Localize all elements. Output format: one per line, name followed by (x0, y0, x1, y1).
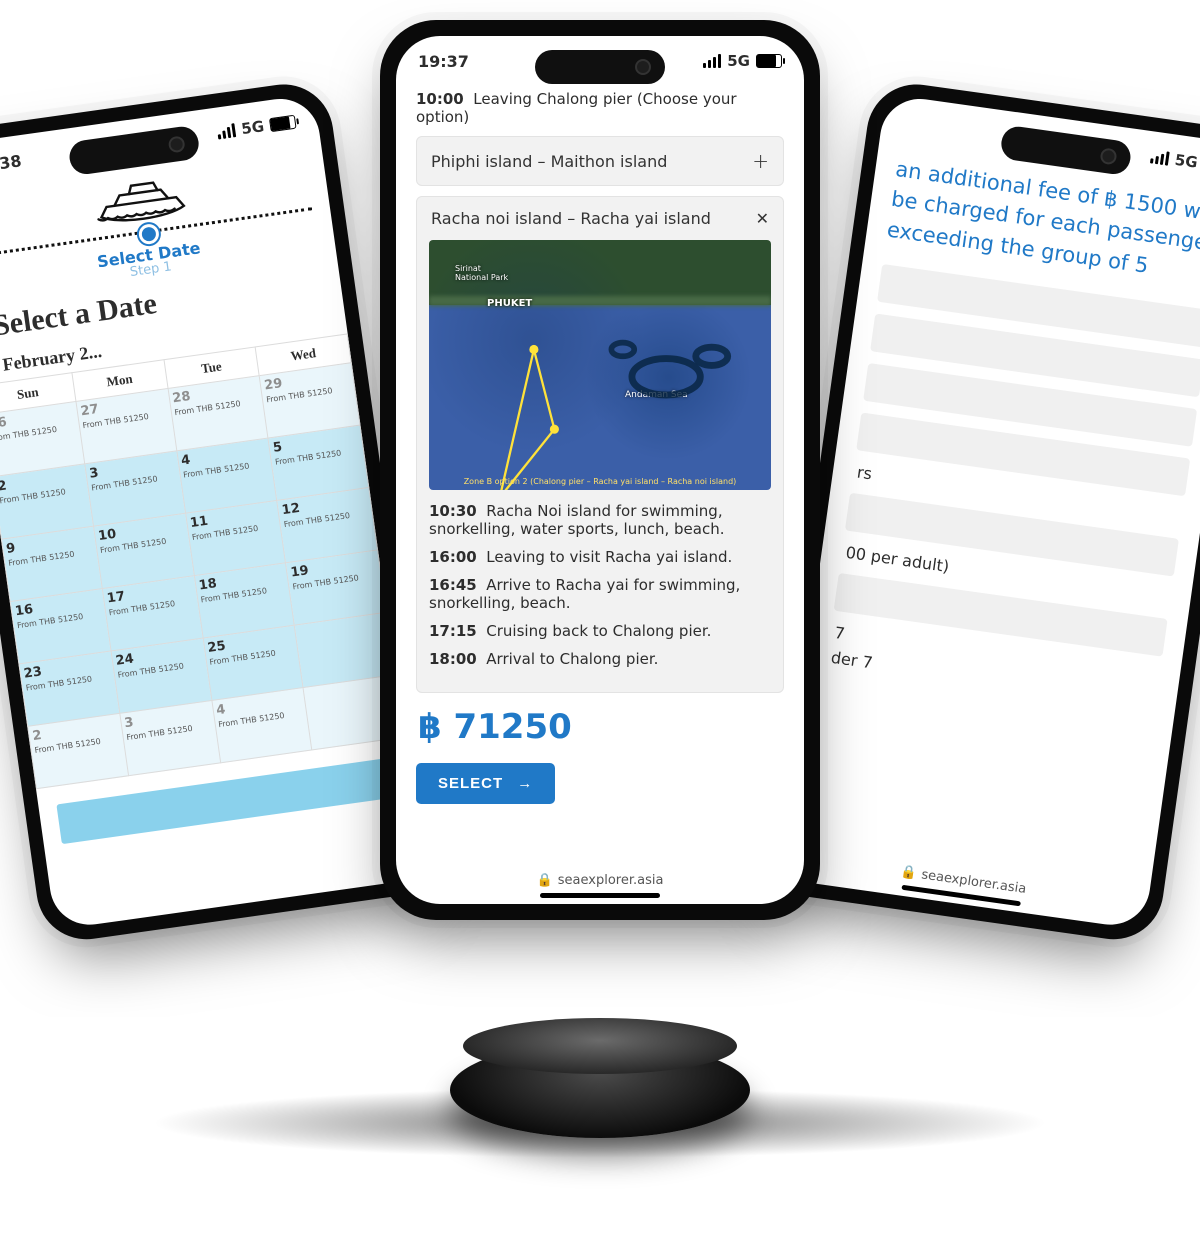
status-right: 5G (216, 113, 296, 142)
stand-top (463, 1018, 737, 1074)
route-line-icon (429, 240, 771, 490)
signal-icon (703, 54, 721, 68)
total-price: ฿ 71250 (418, 707, 782, 747)
address-bar: 🔒 seaexplorer.asia (778, 841, 1150, 916)
calendar-day[interactable]: 3From THB 51250 (120, 700, 221, 775)
stage: 19:38 5G Select Date Step 1 Select a Dat… (0, 0, 1200, 1240)
calendar[interactable]: SunMonTueWed 26From THB 5125027From THB … (0, 333, 404, 789)
signal-icon (217, 123, 237, 139)
route-map: PHUKET Sirinat National Park Andaman Sea (429, 240, 771, 490)
battery-icon (756, 54, 782, 68)
itinerary-panel: 10:00 Leaving Chalong pier (Choose your … (396, 90, 804, 814)
plus-icon[interactable]: + (752, 149, 769, 173)
option-card-expanded: Racha noi island – Racha yai island ✕ PH… (416, 196, 784, 693)
clock: 19:38 (0, 151, 23, 177)
map-caption: Zone B option 2 (Chalong pier – Racha ya… (429, 477, 771, 486)
battery-icon (269, 115, 297, 132)
option-header[interactable]: Racha noi island – Racha yai island ✕ (417, 197, 783, 240)
screen-left: 19:38 5G Select Date Step 1 Select a Dat… (0, 94, 424, 930)
home-indicator (540, 893, 660, 898)
network-label: 5G (1174, 151, 1199, 172)
phone-center: 19:37 5G 10:00 Leaving Chalong pier (Cho… (380, 20, 820, 920)
status-right: 5G (1150, 147, 1200, 176)
option-title: Racha noi island – Racha yai island (431, 209, 711, 228)
address-bar: 🔒 seaexplorer.asia (396, 867, 804, 890)
phone-right: 5G an additional fee of ฿ 1500 will be c… (760, 78, 1200, 946)
time: 10:00 (416, 90, 464, 108)
calendar-day[interactable]: 2From THB 51250 (28, 713, 129, 788)
close-icon[interactable]: ✕ (756, 209, 769, 228)
arrow-right-icon: → (517, 775, 533, 792)
charging-stand (380, 1012, 820, 1192)
itinerary-line: 10:00 Leaving Chalong pier (Choose your … (416, 90, 784, 126)
status-right: 5G (703, 52, 782, 70)
itinerary-line: 10:30 Racha Noi island for swimming, sno… (429, 502, 771, 538)
clock: 19:37 (418, 52, 469, 71)
domain: seaexplorer.asia (558, 873, 664, 888)
select-label: SELECT (438, 775, 503, 792)
network-label: 5G (727, 52, 750, 70)
itinerary-line: 16:00 Leaving to visit Racha yai island. (429, 548, 771, 566)
lock-icon: 🔒 (537, 873, 553, 888)
itinerary-line: 17:15 Cruising back to Chalong pier. (429, 622, 771, 640)
lock-icon: 🔒 (899, 864, 917, 881)
option-title: Phiphi island – Maithon island (431, 152, 667, 171)
notch-icon (535, 50, 665, 84)
text: Leaving Chalong pier (Choose your option… (416, 90, 737, 126)
select-button[interactable]: SELECT → (416, 763, 555, 804)
screen-center: 19:37 5G 10:00 Leaving Chalong pier (Cho… (396, 36, 804, 904)
itinerary-line: 16:45 Arrive to Racha yai for swimming, … (429, 576, 771, 612)
itinerary-line: 18:00 Arrival to Chalong pier. (429, 650, 771, 668)
signal-icon (1150, 149, 1170, 165)
network-label: 5G (240, 117, 265, 138)
boat-icon (90, 166, 192, 231)
phone-left: 19:38 5G Select Date Step 1 Select a Dat… (0, 78, 440, 946)
calendar-day[interactable]: 4From THB 51250 (211, 688, 312, 763)
step-dot-icon (138, 223, 161, 246)
option-card-collapsed[interactable]: Phiphi island – Maithon island + (416, 136, 784, 186)
screen-right: 5G an additional fee of ฿ 1500 will be c… (776, 94, 1200, 930)
